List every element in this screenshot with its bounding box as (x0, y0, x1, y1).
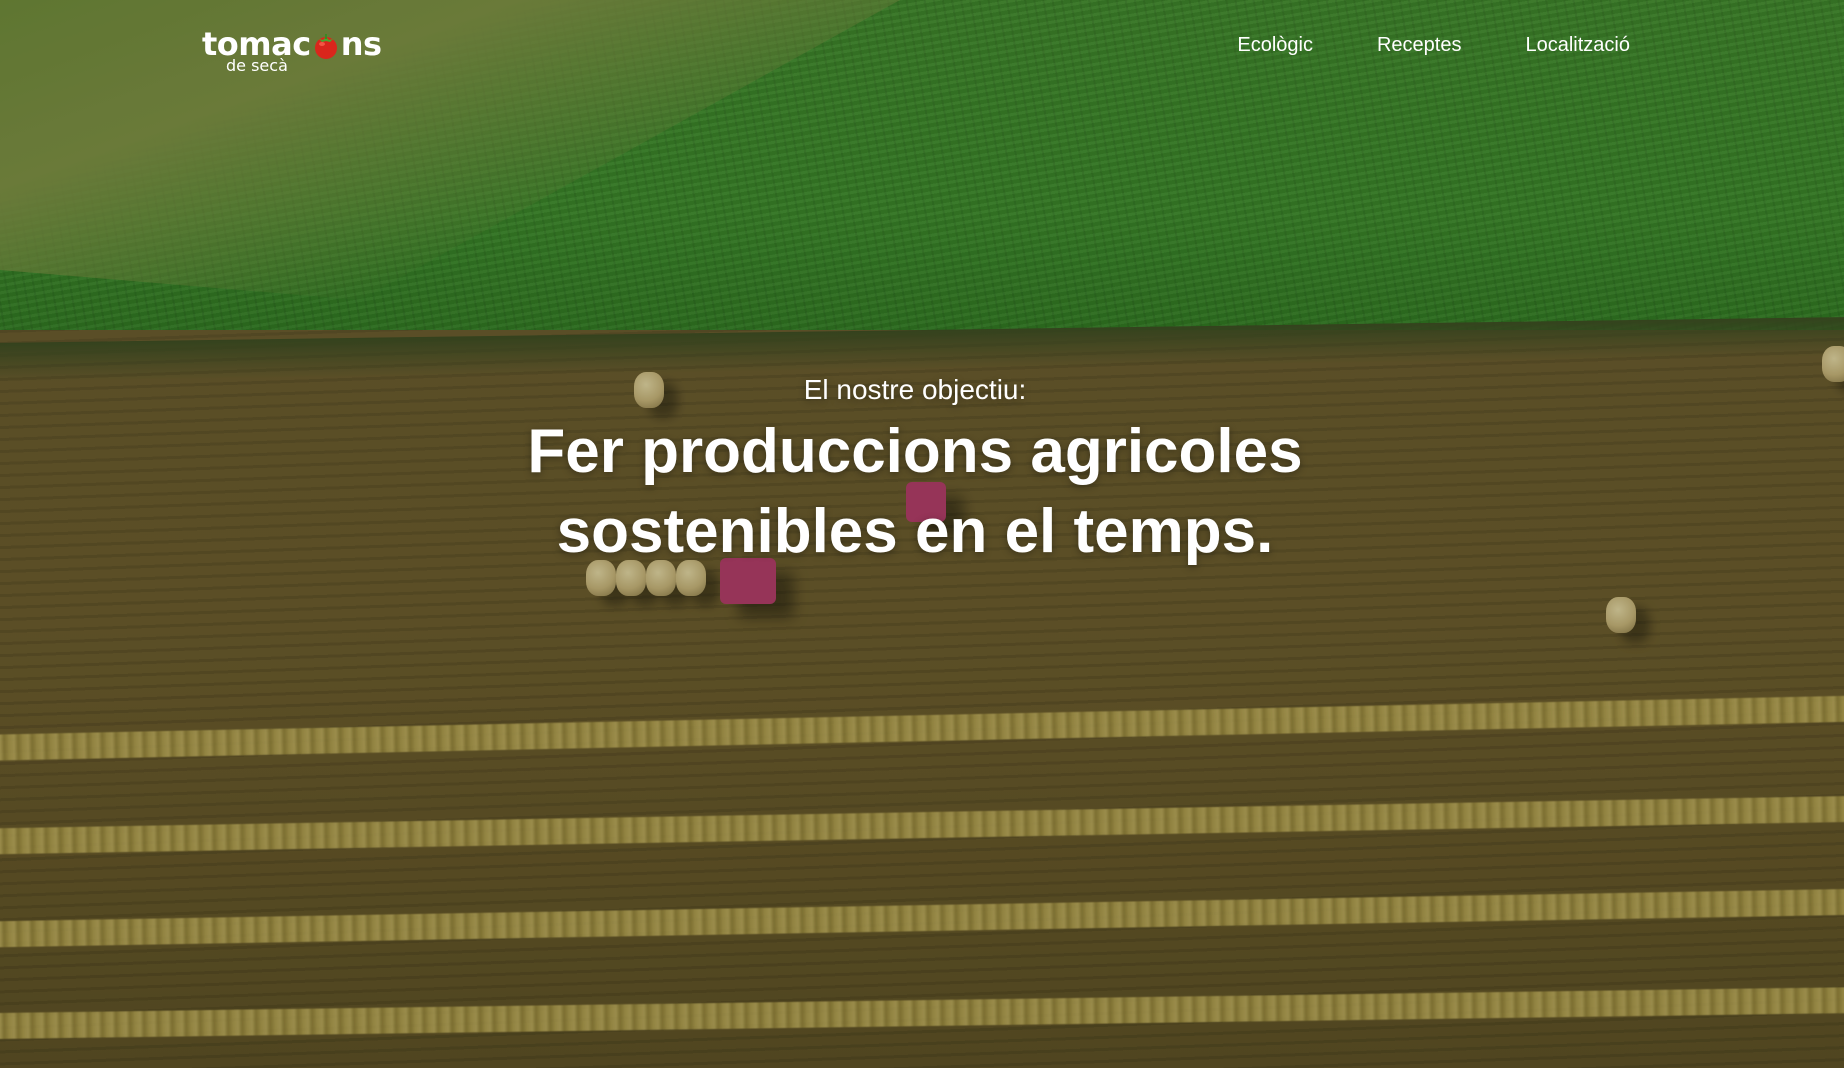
nav-item-ecologic[interactable]: Ecològic (1237, 34, 1313, 57)
nav-item-receptes[interactable]: Receptes (1377, 34, 1462, 57)
hero-headline-line-1: Fer produccions agricoles (527, 417, 1303, 486)
logo-subtitle: de secà (226, 56, 288, 75)
hero-eyebrow: El nostre objectiu: (803, 374, 1027, 405)
main-nav: Ecològic Receptes Localització (1237, 34, 1630, 57)
logo-word-end: ns (340, 25, 382, 63)
hero-section: tomac ns de secà Ecològic Receptes Local… (0, 0, 1844, 1068)
site-logo[interactable]: tomac ns de secà (202, 24, 392, 80)
hero-headline: Fer produccions agricoles sostenibles en… (0, 412, 1830, 572)
site-header: tomac ns de secà Ecològic Receptes Local… (0, 0, 1844, 100)
hero-text-block: El nostre objectiu: Fer produccions agri… (0, 374, 1830, 572)
tomato-icon (314, 34, 337, 59)
hero-headline-line-2: sostenibles en el temps. (556, 497, 1274, 566)
nav-item-localitzacio[interactable]: Localització (1525, 34, 1630, 57)
